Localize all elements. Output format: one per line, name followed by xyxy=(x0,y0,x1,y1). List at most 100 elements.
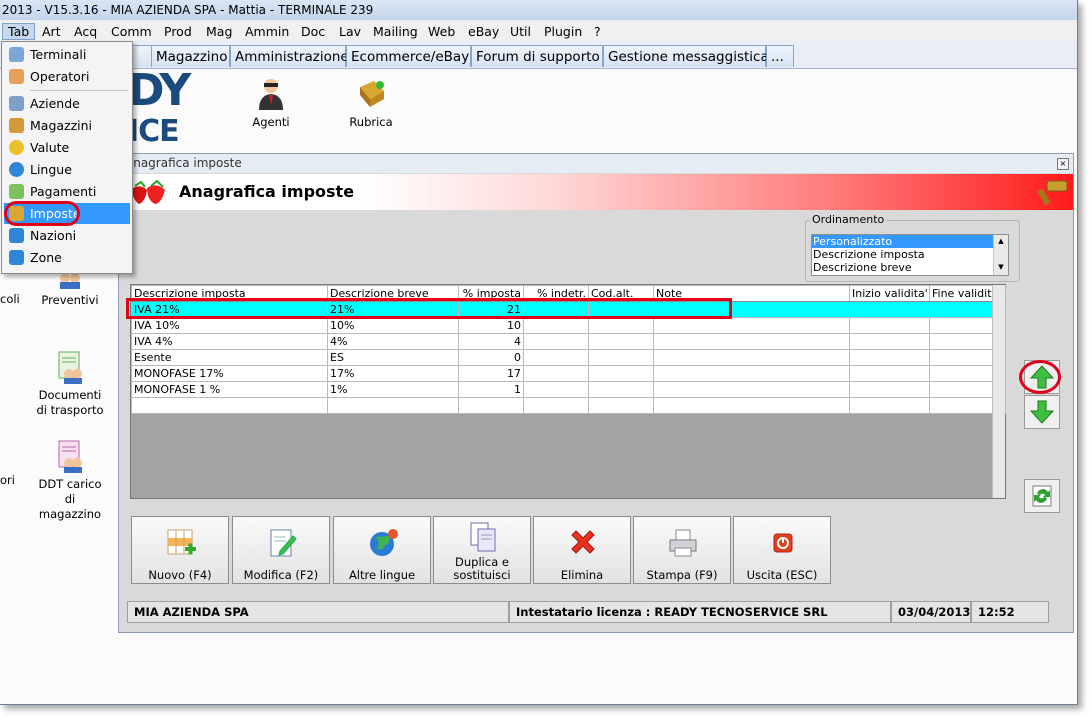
menu-web[interactable]: Web xyxy=(423,23,460,40)
table-cell[interactable]: 10 xyxy=(458,317,524,334)
tile-rubrica[interactable]: Rubrica xyxy=(341,77,401,130)
table-cell[interactable] xyxy=(653,365,850,382)
move-down-button[interactable] xyxy=(1024,395,1060,429)
ordinamento-option-descrizione-breve[interactable]: Descrizione breve xyxy=(812,261,1008,274)
table-cell[interactable]: 1% xyxy=(327,381,459,398)
table-cell[interactable] xyxy=(588,365,654,382)
table-cell[interactable] xyxy=(588,349,654,366)
ordinamento-scrollbar[interactable]: ▲ ▼ xyxy=(993,235,1008,275)
tile-documenti[interactable]: Documenti di trasporto xyxy=(34,350,106,418)
table-cell[interactable] xyxy=(653,381,850,398)
tab-forum[interactable]: Forum di supporto xyxy=(471,45,603,67)
uscita-button[interactable]: Uscita (ESC) xyxy=(733,516,831,584)
table-cell[interactable]: 17 xyxy=(458,365,524,382)
table-row[interactable]: Esente ES 0 xyxy=(131,349,1006,366)
menu-plugin[interactable]: Plugin xyxy=(539,23,587,40)
table-cell[interactable] xyxy=(849,301,930,318)
menu-item-zone[interactable]: Zone xyxy=(4,247,130,268)
table-cell[interactable] xyxy=(653,317,850,334)
menu-util[interactable]: Util xyxy=(505,23,536,40)
table-cell[interactable] xyxy=(653,397,850,414)
altre-lingue-button[interactable]: Altre lingue xyxy=(333,516,431,584)
table-cell[interactable]: Esente xyxy=(131,349,328,366)
menu-acq[interactable]: Acq xyxy=(69,23,102,40)
table-cell[interactable]: IVA 4% xyxy=(131,333,328,350)
menu-item-magazzini[interactable]: Magazzini xyxy=(4,115,130,136)
menu-prod[interactable]: Prod xyxy=(159,23,197,40)
menu-item-operatori[interactable]: Operatori xyxy=(4,66,130,87)
tile-agenti[interactable]: Agenti xyxy=(241,77,301,130)
table-cell[interactable] xyxy=(523,365,589,382)
ordinamento-listbox[interactable]: Personalizzato Descrizione imposta Descr… xyxy=(811,234,1009,276)
menu-help[interactable]: ? xyxy=(589,23,606,40)
table-cell[interactable] xyxy=(588,333,654,350)
menu-item-aziende[interactable]: Aziende xyxy=(4,93,130,114)
elimina-button[interactable]: Elimina xyxy=(533,516,631,584)
nuovo-button[interactable]: Nuovo (F4) xyxy=(131,516,229,584)
table-cell[interactable] xyxy=(849,349,930,366)
tab-magazzino[interactable]: Magazzino xyxy=(151,45,230,67)
table-cell[interactable]: MONOFASE 1 % xyxy=(131,381,328,398)
table-row[interactable]: IVA 4% 4% 4 xyxy=(131,333,1006,350)
table-cell[interactable]: 17% xyxy=(327,365,459,382)
table-cell[interactable]: IVA 10% xyxy=(131,317,328,334)
table-row-empty[interactable] xyxy=(131,397,1006,414)
menu-mailing[interactable]: Mailing xyxy=(368,23,423,40)
refresh-button[interactable] xyxy=(1024,479,1060,513)
tab-ecommerce[interactable]: Ecommerce/eBay xyxy=(346,45,471,67)
menu-item-pagamenti[interactable]: Pagamenti xyxy=(4,181,130,202)
table-cell[interactable] xyxy=(458,397,524,414)
table-cell[interactable] xyxy=(131,397,328,414)
menu-tab[interactable]: Tab xyxy=(2,23,36,40)
table-cell[interactable] xyxy=(523,397,589,414)
modifica-button[interactable]: Modifica (F2) xyxy=(232,516,330,584)
table-cell[interactable] xyxy=(588,381,654,398)
menu-item-nazioni[interactable]: Nazioni xyxy=(4,225,130,246)
table-cell[interactable] xyxy=(849,365,930,382)
ordinamento-option-personalizzato[interactable]: Personalizzato xyxy=(812,235,1008,248)
table-cell[interactable] xyxy=(327,397,459,414)
table-cell[interactable] xyxy=(588,397,654,414)
table-cell[interactable]: MONOFASE 17% xyxy=(131,365,328,382)
table-cell[interactable]: 4% xyxy=(327,333,459,350)
menu-item-terminali[interactable]: Terminali xyxy=(4,44,130,65)
stampa-button[interactable]: Stampa (F9) xyxy=(633,516,731,584)
menu-ammin[interactable]: Ammin xyxy=(240,23,294,40)
menu-mag[interactable]: Mag xyxy=(201,23,237,40)
menu-comm[interactable]: Comm xyxy=(106,23,157,40)
menu-art[interactable]: Art xyxy=(37,23,66,40)
table-cell[interactable] xyxy=(849,317,930,334)
dialog-close-button[interactable]: × xyxy=(1057,158,1069,170)
table-cell[interactable]: ES xyxy=(327,349,459,366)
grid-scrollbar[interactable] xyxy=(992,285,1005,498)
table-row[interactable]: IVA 10% 10% 10 xyxy=(131,317,1006,334)
ordinamento-option-descrizione-imposta[interactable]: Descrizione imposta xyxy=(812,248,1008,261)
menu-doc[interactable]: Doc xyxy=(296,23,330,40)
table-cell[interactable] xyxy=(849,397,930,414)
table-cell[interactable] xyxy=(849,381,930,398)
menu-item-lingue[interactable]: Lingue xyxy=(4,159,130,180)
table-cell[interactable] xyxy=(523,317,589,334)
table-cell[interactable]: 0 xyxy=(458,349,524,366)
menu-item-valute[interactable]: Valute xyxy=(4,137,130,158)
table-row[interactable]: MONOFASE 1 % 1% 1 xyxy=(131,381,1006,398)
table-row[interactable]: MONOFASE 17% 17% 17 xyxy=(131,365,1006,382)
table-cell[interactable]: 10% xyxy=(327,317,459,334)
table-cell[interactable]: 1 xyxy=(458,381,524,398)
table-cell[interactable]: 4 xyxy=(458,333,524,350)
table-cell[interactable] xyxy=(523,349,589,366)
duplica-button[interactable]: Duplica e sostituisci xyxy=(433,516,531,584)
table-cell[interactable] xyxy=(523,333,589,350)
tab-messaggistica[interactable]: Gestione messaggistica xyxy=(603,45,769,67)
table-cell[interactable] xyxy=(523,381,589,398)
table-cell[interactable] xyxy=(588,317,654,334)
tab-more[interactable]: ... xyxy=(766,45,794,67)
table-cell[interactable] xyxy=(849,333,930,350)
tab-amministrazione[interactable]: Amministrazione xyxy=(230,45,349,67)
tile-ddt[interactable]: DDT carico di magazzino xyxy=(34,439,106,522)
table-cell[interactable] xyxy=(653,349,850,366)
column-header[interactable]: Inizio validita' xyxy=(849,285,930,302)
menu-ebay[interactable]: eBay xyxy=(463,23,504,40)
menu-lav[interactable]: Lav xyxy=(334,23,366,40)
tile-preventivi[interactable]: Preventivi xyxy=(40,269,100,308)
